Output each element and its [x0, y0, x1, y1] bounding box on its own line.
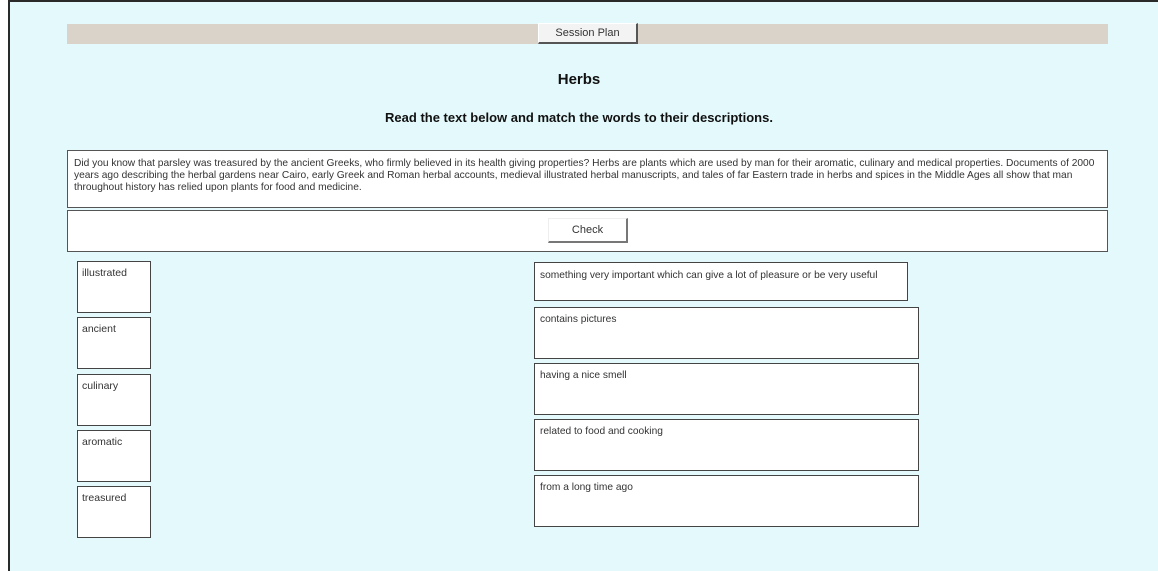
- word-card-ancient[interactable]: ancient: [77, 317, 151, 369]
- session-plan-button[interactable]: Session Plan: [538, 23, 638, 44]
- word-card-aromatic[interactable]: aromatic: [77, 430, 151, 482]
- description-drop-target[interactable]: related to food and cooking: [534, 419, 919, 471]
- reading-passage: Did you know that parsley was treasured …: [67, 150, 1108, 208]
- instruction-text: Read the text below and match the words …: [385, 110, 773, 125]
- word-card-treasured[interactable]: treasured: [77, 486, 151, 538]
- description-drop-target[interactable]: something very important which can give …: [534, 262, 908, 301]
- description-drop-target[interactable]: having a nice smell: [534, 363, 919, 415]
- page-title: Herbs: [557, 71, 601, 88]
- check-button[interactable]: Check: [548, 218, 628, 243]
- description-drop-target[interactable]: from a long time ago: [534, 475, 919, 527]
- description-drop-target[interactable]: contains pictures: [534, 307, 919, 359]
- word-card-illustrated[interactable]: illustrated: [77, 261, 151, 313]
- word-card-culinary[interactable]: culinary: [77, 374, 151, 426]
